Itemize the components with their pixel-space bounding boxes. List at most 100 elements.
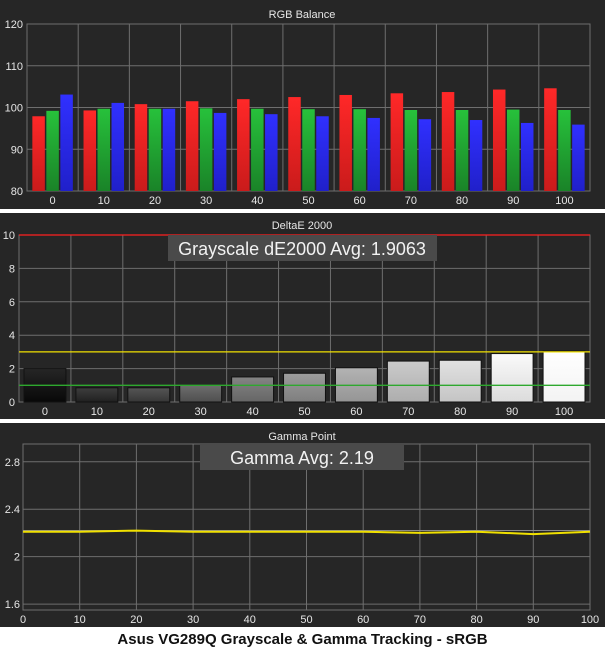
x-tick-label: 0 [42, 406, 48, 418]
bar-blue [367, 117, 380, 191]
bar-green [97, 108, 111, 191]
x-tick-label: 60 [354, 195, 366, 207]
bar-gray [386, 360, 430, 403]
bar-green [558, 110, 571, 191]
bar-blue [162, 108, 176, 191]
x-tick-label: 70 [402, 406, 414, 418]
bar-blue [469, 120, 483, 191]
bar-blue [111, 102, 125, 191]
y-tick-label: 0 [9, 397, 15, 409]
x-tick-label: 50 [300, 614, 312, 626]
x-tick-label: 40 [244, 614, 256, 626]
y-tick-label: 110 [5, 61, 23, 73]
bar-red [185, 101, 199, 191]
x-tick-label: 30 [195, 406, 207, 418]
deltae-title: DeltaE 2000 [272, 220, 333, 232]
bar-red [288, 97, 301, 191]
y-tick-label: 4 [9, 330, 15, 342]
x-tick-label: 90 [507, 195, 519, 207]
y-tick-label: 100 [5, 103, 23, 115]
y-tick-label: 2 [14, 552, 20, 564]
x-tick-label: 100 [555, 406, 573, 418]
bar-green [251, 108, 264, 191]
y-tick-label: 2.4 [5, 504, 20, 516]
bar-red [441, 92, 455, 191]
y-tick-label: 80 [11, 186, 23, 198]
x-tick-label: 60 [357, 614, 369, 626]
average-label-box: Gamma Avg: 2.19 [200, 444, 404, 470]
rgb-balance-panel: RGB Balance 80 90 100 110 120 0 10 20 30 40 50 60 70 8… [0, 0, 605, 209]
bar-green [455, 110, 469, 191]
x-tick-label: 20 [149, 195, 161, 207]
x-tick-label: 20 [143, 406, 155, 418]
y-tick-label: 6 [9, 297, 15, 309]
y-tick-label: 2.8 [5, 457, 20, 469]
x-tick-label: 80 [470, 614, 482, 626]
y-tick-label: 2 [9, 364, 15, 376]
x-tick-label: 70 [414, 614, 426, 626]
bar-blue [213, 112, 227, 191]
bar-blue [520, 122, 534, 191]
bar-green [46, 110, 59, 191]
bar-red [134, 104, 148, 191]
bar-gray [438, 359, 482, 403]
x-tick-label: 100 [581, 614, 599, 626]
bar-gray [231, 376, 275, 403]
x-tick-label: 30 [200, 195, 212, 207]
bar-gray [179, 384, 223, 403]
bar-gray [542, 350, 586, 403]
deltae-panel: DeltaE 2000 0 2 4 6 8 10 0 10 20 30 40 50 60 70 80 90 100… [0, 213, 605, 419]
bar-red [339, 94, 352, 191]
deltae-chart: DeltaE 200002468100 10 20 30 40 50 60 70 80 90 100… [3, 220, 591, 418]
x-tick-label: 60 [350, 406, 362, 418]
x-tick-label: 0 [20, 614, 26, 626]
bar-green [148, 108, 162, 191]
bar-blue [60, 94, 73, 191]
x-tick-label: 20 [130, 614, 142, 626]
bar-red [32, 116, 45, 191]
x-tick-label: 50 [298, 406, 310, 418]
bar-green [506, 109, 520, 191]
bar-blue [316, 116, 329, 191]
average-label: Gamma Avg: 2.19 [230, 448, 374, 468]
gamma-chart: Gamma Point 1.6 2 2.4 2.8 0 10 20 30 40 50 60 70 80 90… [5, 431, 599, 626]
y-tick-label: 120 [5, 19, 23, 31]
x-tick-label: 80 [456, 195, 468, 207]
bar-red [390, 93, 404, 191]
bar-green [353, 109, 366, 191]
chart-caption: Asus VG289Q Grayscale & Gamma Tracking -… [0, 627, 605, 652]
gamma-panel: Gamma Point 1.6 2 2.4 2.8 0 10 20 30 40 50 60 70 80 90… [0, 423, 605, 627]
x-tick-label: 90 [527, 614, 539, 626]
bar-green [302, 109, 315, 191]
x-tick-label: 10 [74, 614, 86, 626]
x-tick-label: 80 [454, 406, 466, 418]
y-tick-label: 1.6 [5, 599, 20, 611]
x-tick-label: 40 [246, 406, 258, 418]
x-tick-label: 50 [302, 195, 314, 207]
bar-gray [283, 372, 326, 403]
bar-gray [490, 353, 534, 403]
x-tick-label: 10 [98, 195, 110, 207]
y-tick-label: 8 [9, 263, 15, 275]
y-tick-label: 90 [11, 144, 23, 156]
bar-gray [75, 387, 119, 403]
x-tick-label: 70 [405, 195, 417, 207]
bar-blue [572, 124, 585, 191]
bar-gray [127, 387, 171, 403]
bar-green [404, 110, 418, 191]
bar-red [492, 89, 506, 191]
x-tick-label: 10 [91, 406, 103, 418]
average-label-box: Grayscale dE2000 Avg: 1.9063 [168, 235, 437, 261]
x-tick-label: 30 [187, 614, 199, 626]
rgb-balance-chart: RGB Balance 80 90 100 110 120 0 10 20 30 40 50 60 70 8… [5, 9, 591, 207]
bar-red [544, 88, 557, 191]
bar-blue [418, 119, 432, 191]
bar-red [83, 110, 97, 191]
calibration-report: RGB Balance 80 90 100 110 120 0 10 20 30 40 50 60 70 8… [0, 0, 605, 652]
average-label: Grayscale dE2000 Avg: 1.9063 [178, 239, 426, 259]
bar-red [237, 99, 250, 191]
x-tick-label: 40 [251, 195, 263, 207]
x-tick-label: 0 [50, 195, 56, 207]
x-tick-label: 90 [506, 406, 518, 418]
gamma-title: Gamma Point [268, 431, 335, 443]
